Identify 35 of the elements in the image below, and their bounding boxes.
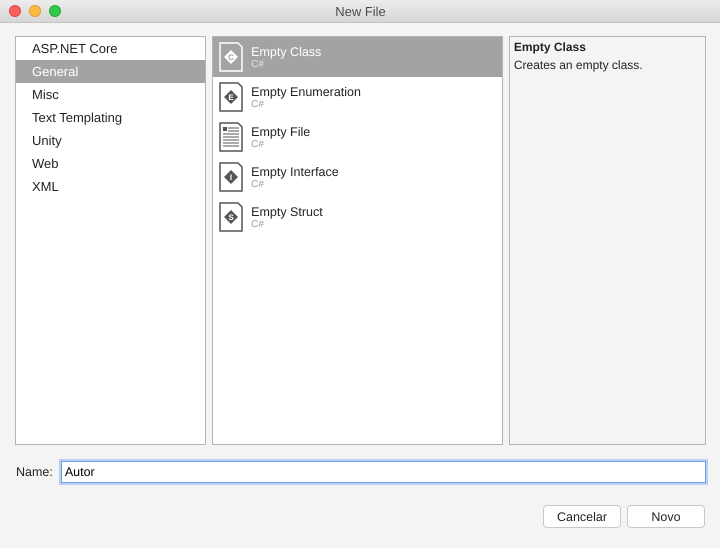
category-item[interactable]: Misc [16, 83, 206, 106]
code-file-icon: S [219, 202, 244, 232]
dialog-button[interactable]: Cancelar [543, 505, 621, 528]
code-file-icon: I [219, 162, 244, 192]
template-name: Empty Class [251, 44, 322, 58]
template-name: Empty File [251, 124, 310, 138]
dialog-button[interactable]: Novo [627, 505, 705, 528]
template-language: C# [251, 178, 264, 190]
category-item[interactable]: Unity [16, 129, 206, 152]
category-item[interactable]: Web [16, 152, 206, 175]
template-language: C# [251, 98, 264, 110]
template-language: C# [251, 218, 264, 230]
category-item[interactable]: ASP.NET Core [16, 37, 206, 60]
description-title: Empty Class [512, 39, 587, 54]
name-input[interactable]: Autor [60, 461, 706, 483]
minimize-icon[interactable] [29, 5, 41, 17]
template-item[interactable]: Empty File C# [213, 117, 502, 157]
template-item[interactable]: I Empty Interface C# [213, 157, 502, 197]
window-title: New File [335, 4, 387, 18]
template-name: Empty Struct [251, 204, 323, 218]
template-item[interactable]: E Empty Enumeration C# [213, 77, 502, 117]
code-file-icon: C [219, 42, 244, 72]
description-text: Creates an empty class. [512, 57, 644, 72]
document-icon [219, 122, 244, 152]
template-name: Empty Interface [251, 164, 339, 178]
maximize-icon[interactable] [49, 5, 61, 17]
template-language: C# [251, 58, 264, 70]
code-file-icon: E [219, 82, 244, 112]
template-name: Empty Enumeration [251, 84, 361, 98]
category-item[interactable]: XML [16, 175, 206, 198]
template-item[interactable]: S Empty Struct C# [213, 197, 502, 237]
template-language: C# [251, 138, 264, 150]
name-label: Name: [16, 465, 53, 479]
category-item[interactable]: Text Templating [16, 106, 206, 129]
close-icon[interactable] [9, 5, 21, 17]
